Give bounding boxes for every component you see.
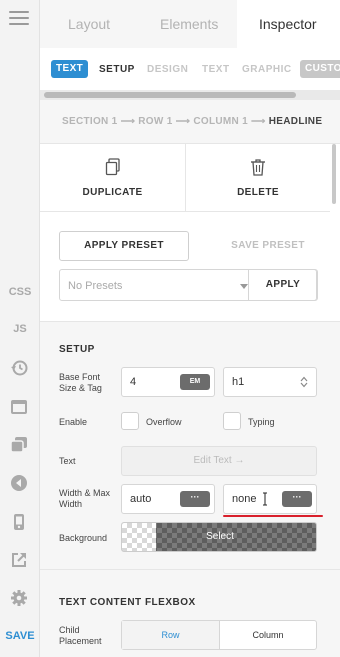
save-button[interactable]: SAVE [0, 630, 40, 642]
top-tabs: Layout Elements Inspector [40, 0, 340, 48]
save-preset-button[interactable]: SAVE PRESET [208, 240, 328, 251]
delete-button[interactable]: DELETE [185, 144, 330, 212]
layers-icon[interactable] [10, 436, 28, 454]
duplicate-button[interactable]: DUPLICATE [40, 144, 185, 212]
subtab-text[interactable]: TEXT [202, 64, 230, 75]
background-select-label: Select [206, 531, 234, 542]
edit-text-button[interactable]: Edit Text → [121, 446, 317, 476]
subtab-text-pill[interactable]: TEXT [51, 60, 89, 78]
tag-select[interactable]: h1 [223, 367, 317, 397]
delete-label: DELETE [237, 187, 279, 198]
breadcrumb-current: HEADLINE [268, 116, 323, 127]
js-button[interactable]: JS [0, 323, 40, 335]
external-link-icon[interactable] [10, 551, 28, 569]
apply-button[interactable]: APPLY [248, 269, 318, 301]
font-size-input[interactable]: 4 EM [121, 367, 215, 397]
subtab-design[interactable]: DESIGN [147, 64, 188, 75]
preset-select-value: No Presets [68, 280, 123, 292]
width-options-button[interactable]: ··· [180, 491, 210, 507]
base-font-label: Base Font Size & Tag [59, 372, 102, 393]
subtab-graphic[interactable]: GRAPHIC [242, 64, 292, 75]
background-label: Background [59, 533, 108, 543]
column-option[interactable]: Column [220, 621, 316, 649]
horizontal-scrollbar[interactable] [40, 90, 340, 100]
typing-label: Typing [248, 417, 275, 427]
width-value: auto [130, 493, 152, 505]
trash-icon [251, 159, 265, 176]
max-width-value: none [232, 493, 257, 505]
tab-inspector[interactable]: Inspector [259, 16, 317, 32]
setup-section: SETUP Base Font Size & Tag 4 EM h1 Enabl… [40, 322, 340, 570]
width-label: Width & Max Width [59, 488, 111, 509]
annotation-underline [223, 515, 323, 517]
duplicate-icon [105, 158, 120, 176]
subtab-custom[interactable]: CUSTO [300, 60, 340, 78]
subtab-setup[interactable]: SETUP [99, 64, 135, 75]
element-actions: DUPLICATE DELETE [40, 144, 330, 212]
background-select[interactable]: Select [121, 522, 317, 552]
menu-icon[interactable] [9, 11, 29, 25]
max-width-input[interactable]: none ··· [223, 484, 317, 514]
vertical-scrollbar[interactable] [330, 144, 338, 214]
typing-checkbox[interactable] [223, 412, 241, 430]
apply-preset-button[interactable]: APPLY PRESET [59, 231, 189, 261]
row-option[interactable]: Row [122, 621, 220, 649]
max-width-options-button[interactable]: ··· [282, 491, 312, 507]
child-placement-label: Child Placement [59, 625, 102, 646]
font-size-value: 4 [130, 376, 137, 388]
tag-value: h1 [232, 376, 245, 388]
overflow-checkbox[interactable] [121, 412, 139, 430]
stepper-icon [300, 376, 308, 388]
flexbox-title: TEXT CONTENT FLEXBOX [59, 597, 196, 608]
preset-select[interactable]: No Presets APPLY [59, 269, 318, 301]
left-rail: CSS JS SAVE [0, 0, 40, 657]
breadcrumb: SECTION 1 ⟶ ROW 1 ⟶ COLUMN 1 ⟶ HEADLINE [40, 100, 340, 144]
back-icon[interactable] [10, 474, 28, 492]
history-icon[interactable] [10, 359, 28, 377]
duplicate-label: DUPLICATE [82, 187, 143, 198]
sub-tabs: TEXT SETUP DESIGN TEXT GRAPHIC CUSTO [40, 48, 340, 90]
text-cursor-icon [263, 492, 267, 506]
layout-icon[interactable] [10, 398, 28, 416]
css-button[interactable]: CSS [0, 286, 40, 298]
tab-elements[interactable]: Elements [160, 16, 218, 32]
child-placement-toggle: Row Column [121, 620, 317, 650]
inspector-panel: Layout Elements Inspector TEXT SETUP DES… [40, 0, 340, 657]
overflow-label: Overflow [146, 417, 182, 427]
setup-title: SETUP [59, 344, 95, 355]
breadcrumb-path[interactable]: SECTION 1 ⟶ ROW 1 ⟶ COLUMN 1 ⟶ [62, 116, 266, 127]
chevron-down-icon [240, 284, 248, 289]
preset-section: APPLY PRESET SAVE PRESET No Presets APPL… [40, 212, 340, 322]
flexbox-section: TEXT CONTENT FLEXBOX Child Placement Row… [40, 570, 340, 657]
width-input[interactable]: auto ··· [121, 484, 215, 514]
mobile-icon[interactable] [10, 513, 28, 531]
text-label: Text [59, 456, 76, 466]
tab-layout[interactable]: Layout [68, 16, 110, 32]
gear-icon[interactable] [10, 589, 28, 607]
enable-label: Enable [59, 417, 88, 427]
font-unit-button[interactable]: EM [180, 374, 210, 390]
